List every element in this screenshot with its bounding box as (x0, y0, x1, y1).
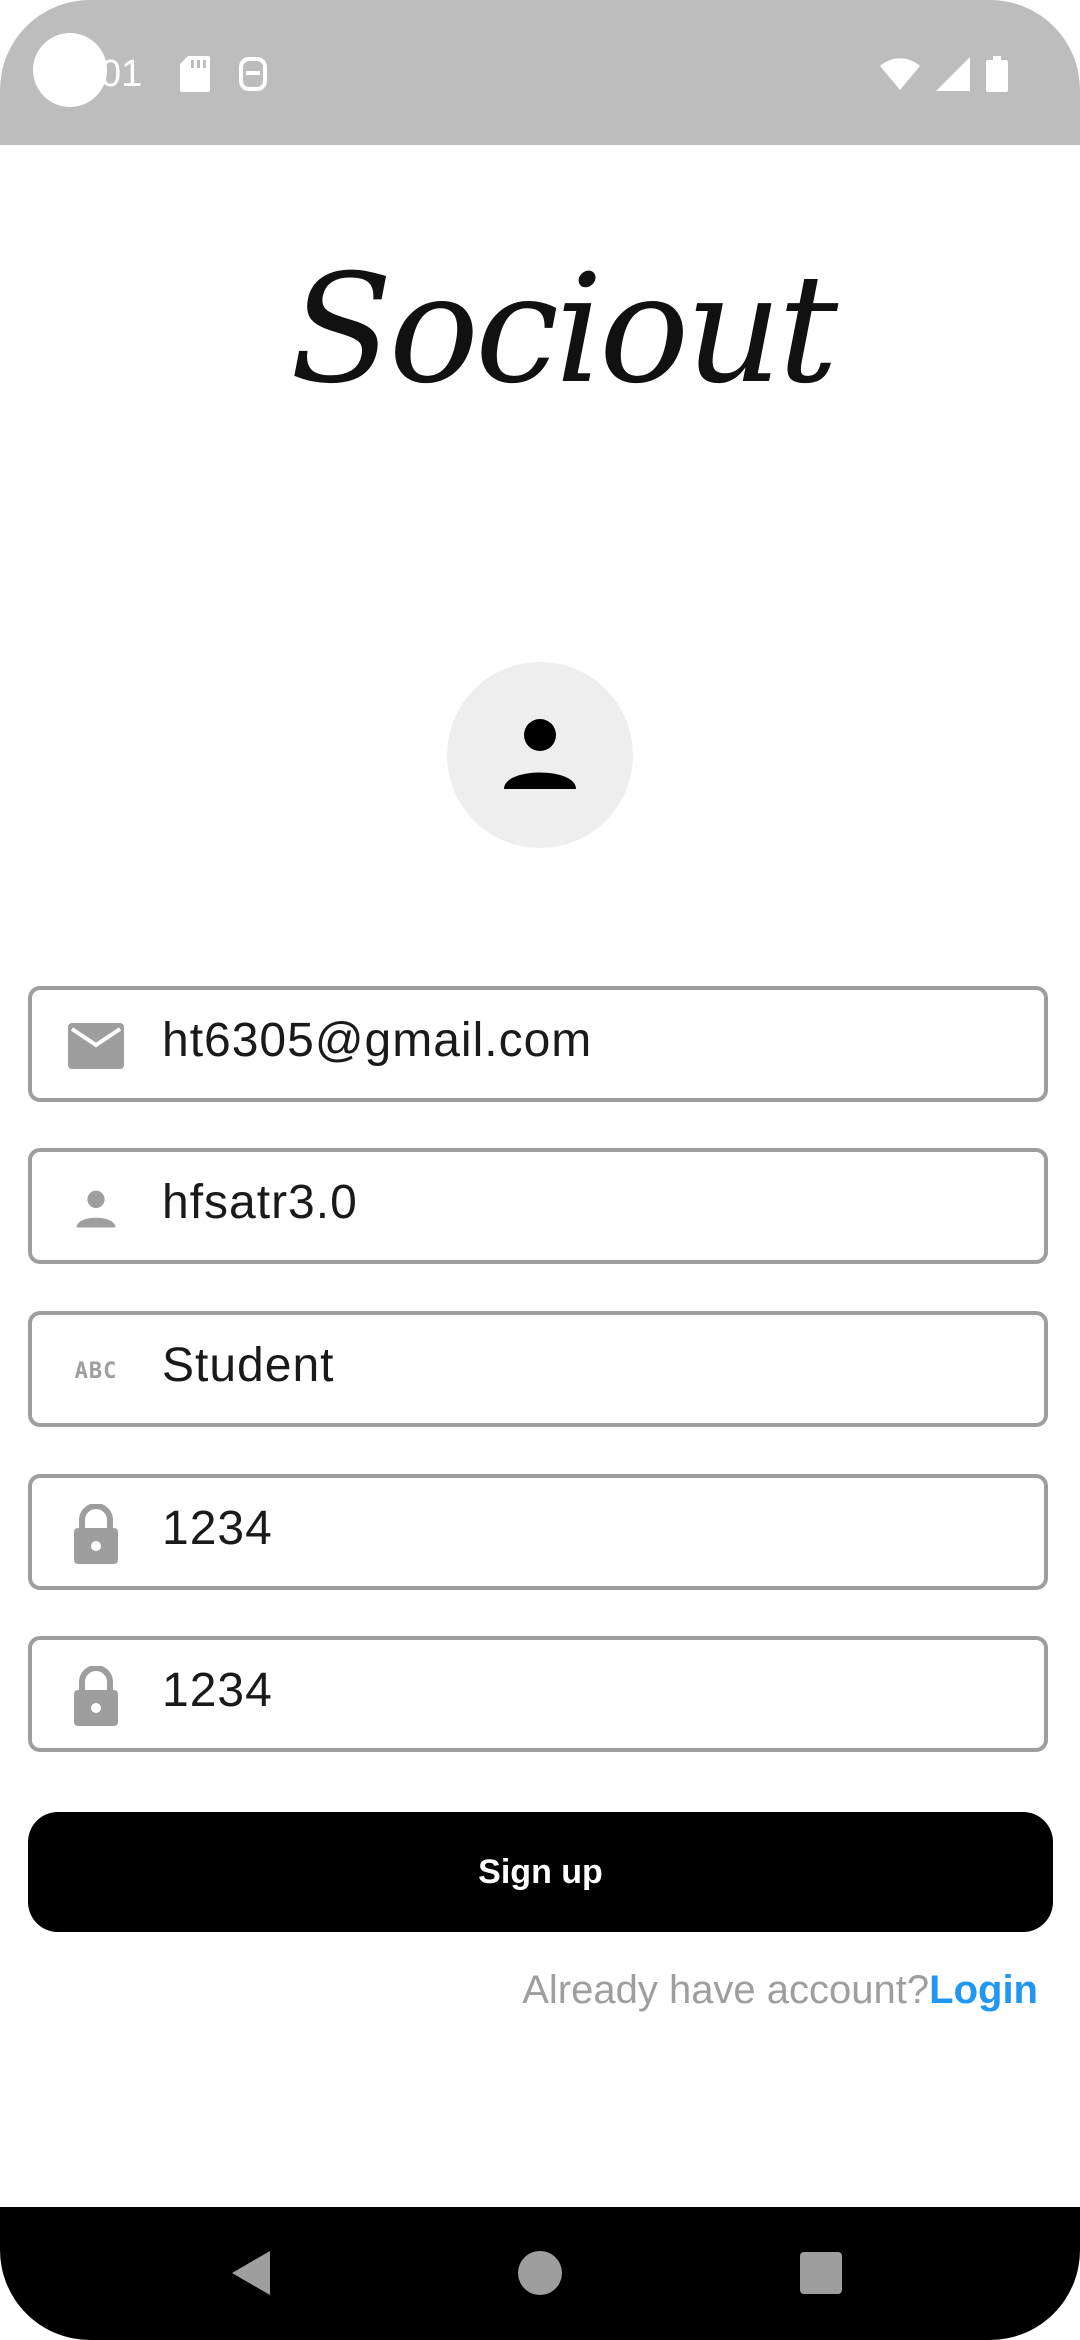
wifi-icon (880, 58, 920, 90)
navigation-bar (0, 2207, 1080, 2340)
login-row: Already have account?Login (522, 1964, 1038, 2016)
home-icon[interactable] (518, 2251, 562, 2295)
abc-icon: ABC (66, 1343, 126, 1399)
lock-icon (66, 1666, 126, 1726)
person-icon (66, 1180, 126, 1236)
profile-photo-picker[interactable] (447, 662, 633, 848)
login-link[interactable]: Login (929, 1968, 1038, 2012)
battery-icon (986, 56, 1008, 92)
email-input-value[interactable]: ht6305@gmail.com (162, 990, 592, 1098)
signup-screen: 01 Sociout ht6305@gmail.com hfsatr3.0 AB… (0, 0, 1080, 2340)
camera-cutout (33, 33, 107, 107)
person-icon (492, 705, 588, 806)
sd-card-icon (180, 56, 210, 92)
cell-signal-icon (936, 57, 970, 91)
status-icons-right (880, 56, 1008, 92)
confirm-password-field[interactable]: 1234 (28, 1636, 1048, 1752)
logo-text: Sociout (290, 243, 838, 417)
role-input-value[interactable]: Student (162, 1315, 334, 1423)
username-input-value[interactable]: hfsatr3.0 (162, 1152, 358, 1260)
app-logo: Sociout (290, 220, 838, 440)
email-field[interactable]: ht6305@gmail.com (28, 986, 1048, 1102)
status-icons-left (180, 56, 268, 92)
login-prompt: Already have account? (522, 1968, 930, 2012)
back-icon[interactable] (232, 2251, 272, 2300)
confirm-password-input-value[interactable]: 1234 (162, 1640, 273, 1748)
password-field[interactable]: 1234 (28, 1474, 1048, 1590)
recents-icon[interactable] (800, 2252, 842, 2294)
lock-icon (66, 1504, 126, 1564)
username-field[interactable]: hfsatr3.0 (28, 1148, 1048, 1264)
status-bar: 01 (0, 0, 1080, 145)
password-input-value[interactable]: 1234 (162, 1478, 273, 1586)
role-field[interactable]: ABC Student (28, 1311, 1048, 1427)
android-debug-icon (238, 56, 268, 92)
signup-button[interactable]: Sign up (28, 1812, 1053, 1932)
abc-icon-text: ABC (74, 1358, 118, 1384)
mail-icon (66, 1018, 126, 1074)
